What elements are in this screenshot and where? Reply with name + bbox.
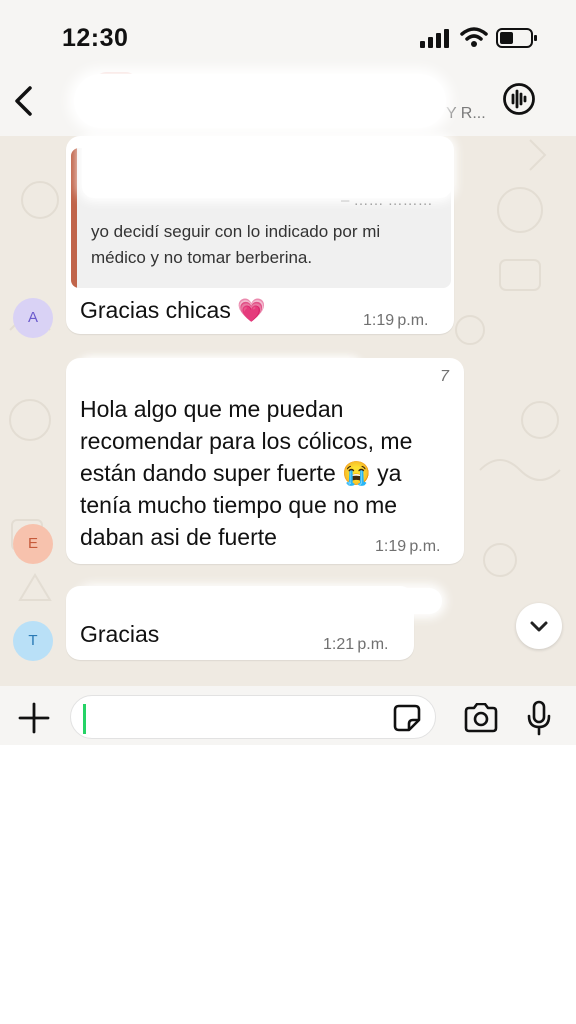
message-line: recomendar para los cólicos, me	[80, 428, 413, 454]
quote-line: médico y no tomar berberina.	[91, 248, 313, 267]
message-line: están dando super fuerte 😭 ya	[80, 460, 402, 486]
message-line: Hola algo que me puedan	[80, 396, 344, 422]
quote-accent-bar	[71, 148, 77, 288]
message-text: Gracias chicas 💗	[80, 297, 266, 323]
sticker-icon[interactable]	[393, 704, 421, 732]
battery-icon	[496, 28, 537, 48]
message-header-fragment: 7	[440, 368, 449, 385]
message-text: Gracias	[80, 621, 160, 647]
redacted-group-name[interactable]	[74, 74, 446, 128]
message-time: 1:19 p.m.	[363, 312, 429, 329]
avatar[interactable]: T	[13, 621, 53, 661]
back-arrow-icon[interactable]	[10, 84, 40, 118]
audio-call-icon[interactable]	[502, 82, 536, 116]
wifi-icon	[460, 27, 488, 47]
message-line: tenía mucho tiempo que no me	[80, 492, 398, 518]
microphone-icon[interactable]	[526, 700, 552, 736]
status-bar: 12:30	[0, 0, 576, 70]
redacted-sender-name	[80, 588, 442, 614]
chevron-down-icon	[530, 621, 548, 632]
message-input[interactable]	[70, 695, 436, 739]
scroll-down-button[interactable]	[516, 603, 562, 649]
redacted-sender-name	[80, 360, 360, 382]
plus-icon[interactable]	[17, 701, 51, 735]
status-time: 12:30	[62, 24, 129, 52]
message-time: 1:21 p.m.	[323, 636, 389, 653]
redacted-quote-author	[82, 138, 452, 198]
message-time: 1:19 p.m.	[375, 538, 441, 555]
signal-icon	[420, 29, 449, 48]
text-caret	[83, 704, 86, 734]
avatar[interactable]: E	[13, 524, 53, 564]
camera-icon[interactable]	[463, 703, 499, 733]
message-line: daban asi de fuerte	[80, 524, 277, 550]
quote-line: yo decidí seguir con lo indicado por mi	[91, 222, 381, 241]
avatar[interactable]: A	[13, 298, 53, 338]
